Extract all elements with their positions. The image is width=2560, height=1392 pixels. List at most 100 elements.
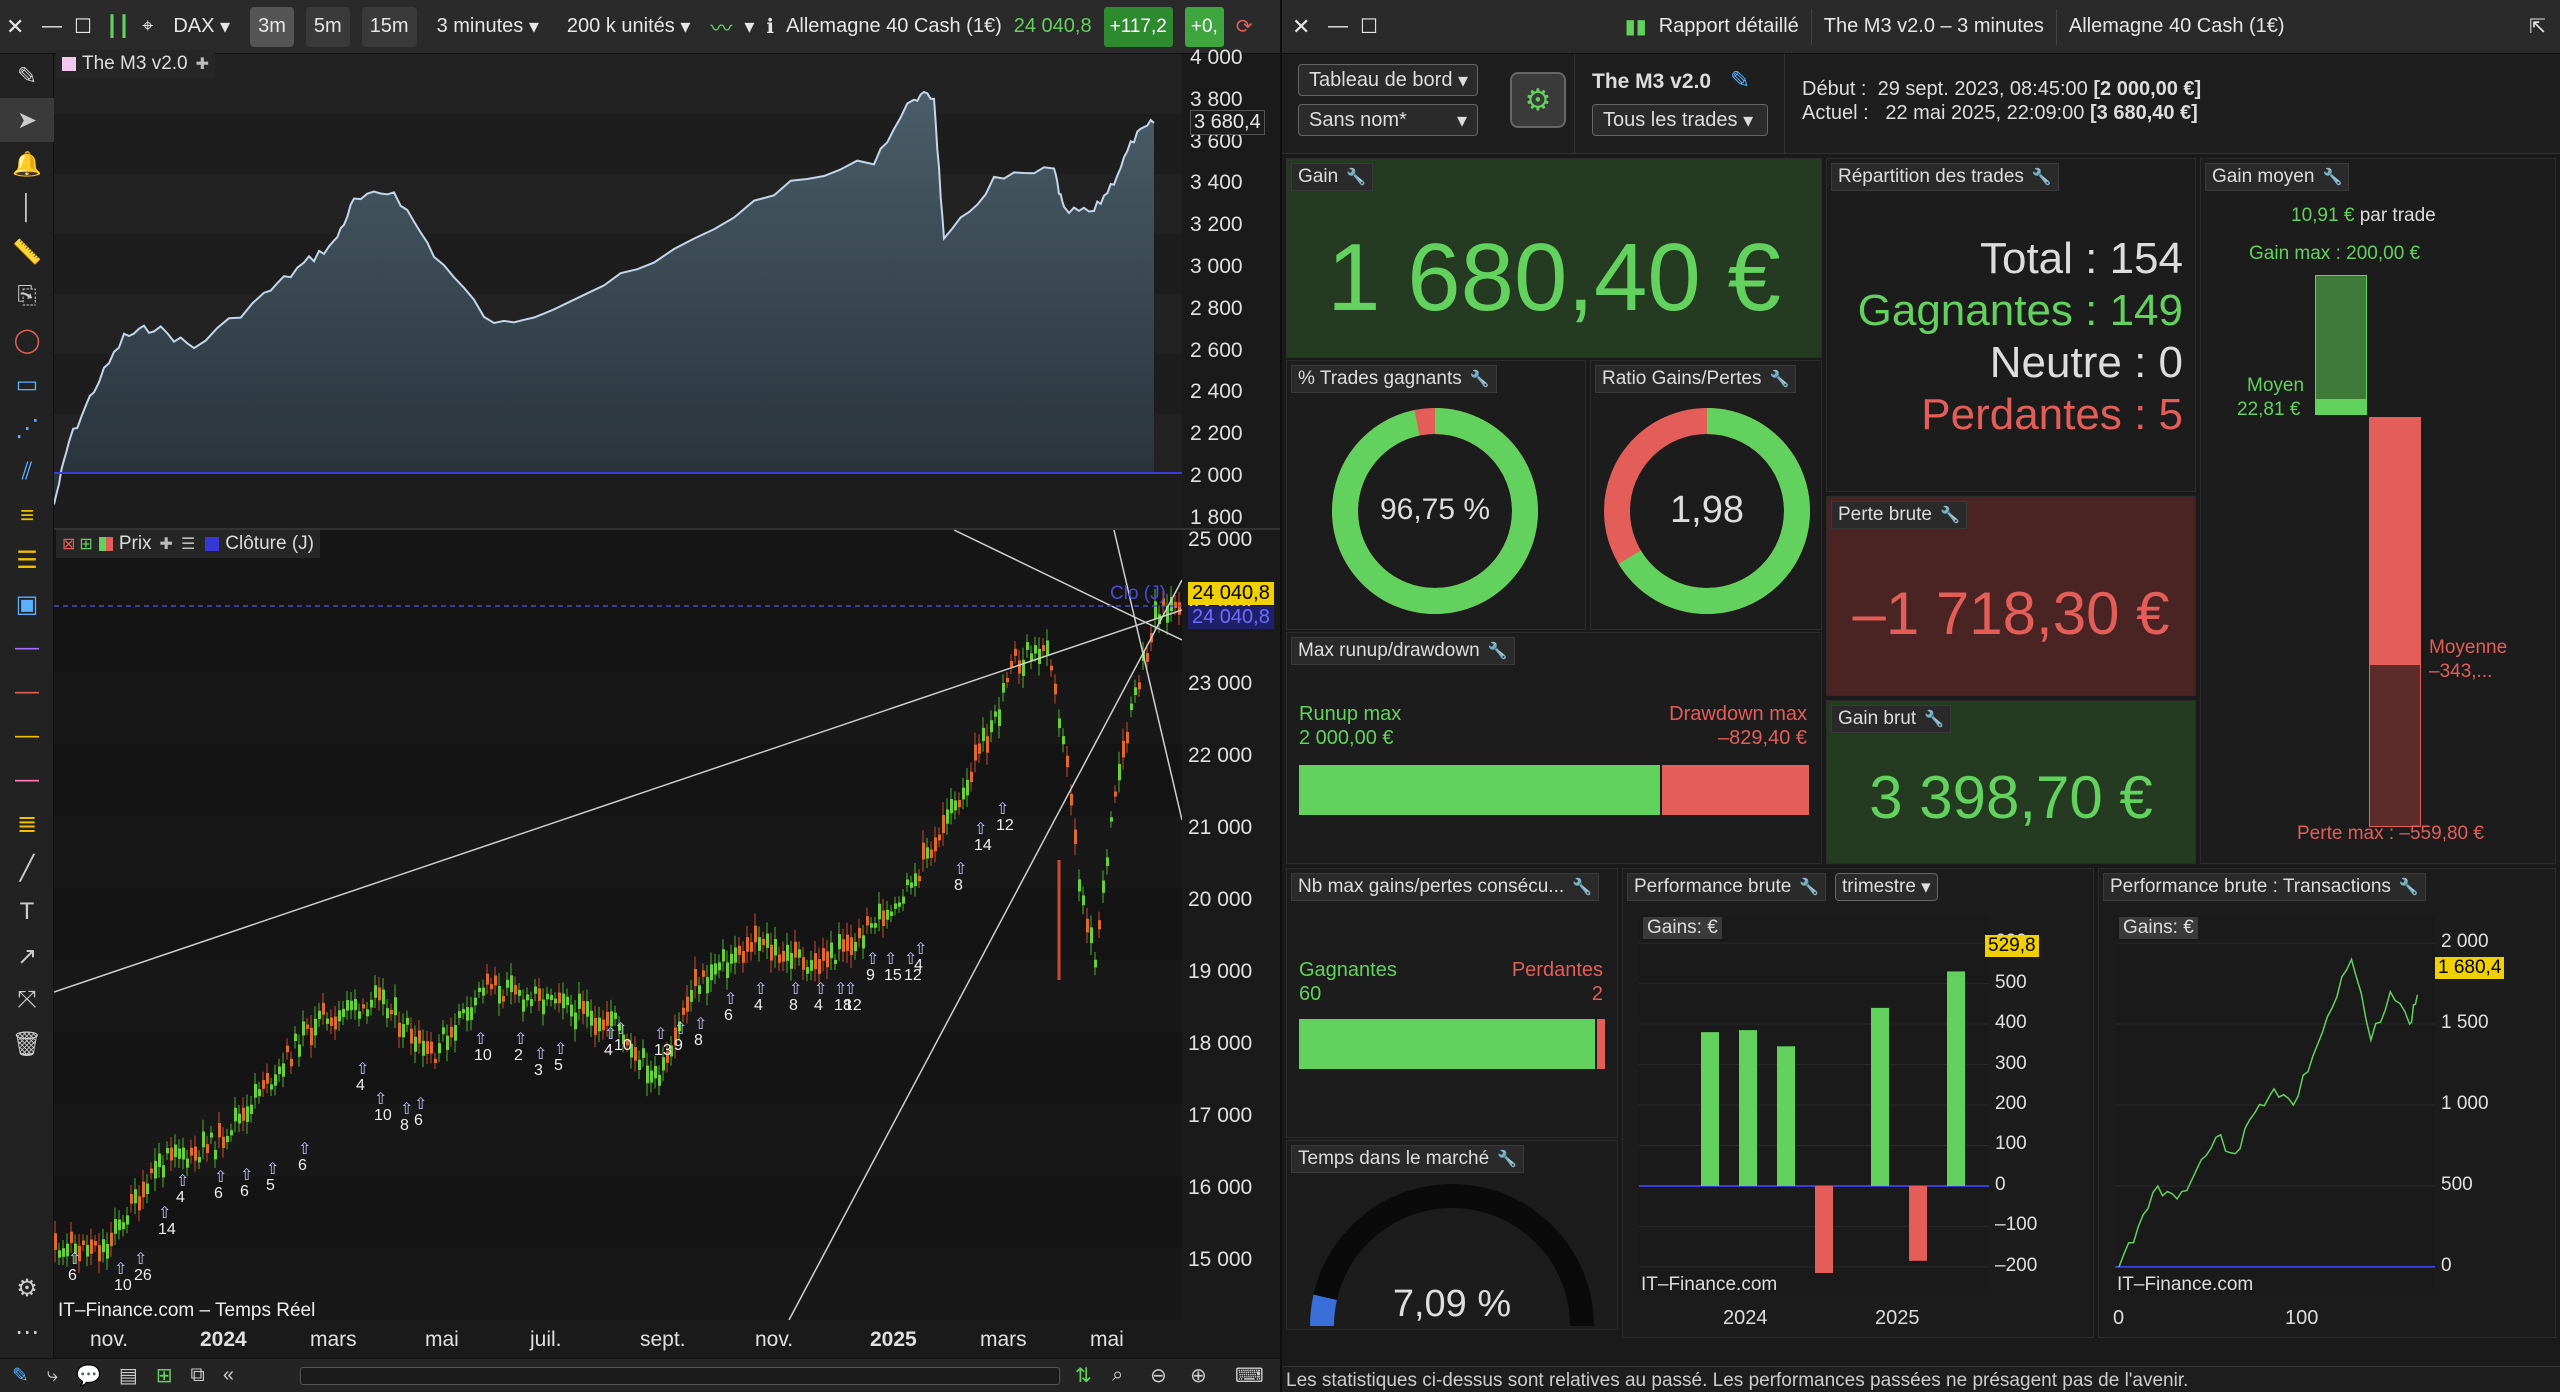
settings-icon[interactable]: ⊞ [79,534,92,554]
equity-y-tick: 3 200 [1190,213,1243,237]
channel-icon[interactable]: ⫽ [0,450,54,494]
timeframe-dropdown[interactable]: 3 minutes ▾ [429,7,547,47]
trash-icon[interactable]: 🗑 [0,1022,54,1066]
preset-dropdown[interactable]: Sans nom* ▾ [1298,104,1478,136]
dashboard-icon[interactable]: ⚙ [1510,72,1566,128]
wrench-icon[interactable]: 🔧 [2032,167,2052,187]
candle-body [274,1074,277,1086]
wrench-icon[interactable]: 🔧 [1470,369,1490,389]
candle-body [246,1106,249,1123]
candle-body [950,799,953,814]
price-chart: ⇧6 ⇧10⇧26⇧14⇧4⇧6⇧6⇧5⇧6⇧4⇧10 ⇧8⇧6⇧10⇧2 ⇧3⇧5⇧… [54,530,1182,1320]
strategy-icon[interactable]: ⚙ [0,1266,54,1310]
rewind-icon[interactable]: « [223,1364,234,1387]
pin-icon[interactable]: ⇱ [2529,7,2546,47]
more-icon[interactable]: ⋯ [0,1310,54,1354]
zoom-in-icon[interactable]: ⊕ [1190,1363,1207,1388]
text-icon[interactable]: T [0,890,54,934]
symbol-selector[interactable]: DAX ▾ [165,7,238,47]
window-divider[interactable] [1280,0,1282,1392]
edit-icon[interactable]: ✎ [1730,66,1750,95]
keyboard-icon[interactable]: ⌨ [1235,1363,1264,1388]
dashboard-dropdown[interactable]: Tableau de bord ▾ [1298,64,1478,96]
perf-y-tick: 200 [1995,1093,2027,1114]
candlestick-icon[interactable]: ┃┃ [106,7,130,47]
period-dropdown[interactable]: trimestre ▾ [1835,873,1938,901]
pink-line-icon[interactable]: — [0,758,54,802]
pattern-icon[interactable]: ⤧ [0,978,54,1022]
gain-title: Gain 🔧 [1291,163,1374,191]
info-icon[interactable]: ℹ [766,7,774,47]
box-icon[interactable]: ▣ [0,582,54,626]
trade-count: 4 [754,997,763,1014]
horizontal-scrollbar[interactable] [300,1367,1060,1385]
trade-count: 14 [158,1221,176,1238]
maximize-icon[interactable]: ☐ [1360,7,1380,47]
close-icon[interactable]: ✕ [1292,7,1316,47]
minimize-icon[interactable]: — [1328,7,1348,47]
diagonal-icon[interactable]: ╱ [0,846,54,890]
wrench-icon[interactable]: 🔧 [1769,369,1789,389]
candle-body [138,1196,141,1211]
red-line-icon[interactable]: — [0,670,54,714]
trade-count: 6 [724,1007,733,1024]
dots-line-icon[interactable]: ⋰ [0,406,54,450]
purple-line-icon[interactable]: — [0,626,54,670]
alert-icon[interactable]: 🔔 [0,142,54,186]
pencil-icon[interactable]: ✎ [0,54,54,98]
retracement-icon[interactable]: ☰ [0,538,54,582]
wrench-icon[interactable]: 🔧 [1799,877,1819,897]
fib-icon[interactable]: ≡ [0,494,54,538]
signal-icon[interactable]: ⇅ [1075,1363,1092,1388]
minimize-icon[interactable]: — [42,7,62,47]
candle-body [1122,740,1125,758]
price-x-tick: sept. [640,1328,686,1351]
yellow-line-icon[interactable]: — [0,714,54,758]
wrench-icon[interactable]: 🔧 [1940,505,1960,525]
candle-body [1058,718,1061,729]
copy-icon[interactable]: ⎘ [0,274,54,318]
wrench-icon[interactable]: 🔧 [1488,641,1508,661]
window-icon[interactable]: ⧉ [191,1364,205,1387]
location-icon[interactable]: ⌖ [142,7,153,47]
search-icon[interactable]: ⌕ [1112,1364,1123,1387]
close-icon[interactable]: ✕ [6,7,30,47]
ellipse-icon[interactable]: ◯ [0,318,54,362]
plus-icon[interactable]: ✚ [196,54,209,74]
draw-icon[interactable]: ✎ [12,1363,29,1388]
wrench-icon[interactable]: 🔧 [2322,167,2342,187]
equity-legend: The M3 v2.0 ✚ [56,50,216,78]
remove-icon[interactable]: ⊠ [62,534,75,554]
plus-icon[interactable]: ✚ [160,534,173,554]
tf-15m-button[interactable]: 15m [361,6,417,47]
wrench-icon[interactable]: 🔧 [1924,709,1944,729]
perf-tx-title: Performance brute : Transactions 🔧 [2103,873,2426,901]
cursor-icon[interactable]: ➤ [0,98,54,142]
grid-icon[interactable]: ⊞ [156,1363,173,1388]
rectangle-icon[interactable]: ▭ [0,362,54,406]
chat-icon[interactable]: 💬 [76,1363,101,1388]
chart-type-icon[interactable]: 〰 [710,7,732,47]
wrench-icon[interactable]: 🔧 [1572,877,1592,897]
ruler-icon[interactable]: 📏 [0,230,54,274]
wrench-icon[interactable]: 🔧 [1346,167,1366,187]
trades-filter-dropdown[interactable]: Tous les trades ▾ [1592,104,1768,136]
tf-3m-button[interactable]: 3m [250,6,294,47]
candle-body [422,1040,425,1056]
zoom-out-icon[interactable]: ⊖ [1150,1363,1167,1388]
wrench-icon[interactable]: 🔧 [2399,877,2419,897]
refresh-icon[interactable]: ⟳ [1236,7,1253,47]
units-dropdown[interactable]: 200 k unités ▾ [559,7,698,47]
maximize-icon[interactable]: ☐ [74,7,94,47]
list-icon[interactable]: ☰ [181,534,195,554]
vertical-line-icon[interactable]: │ [0,186,54,230]
chevron-down-icon[interactable]: ▾ [744,7,754,47]
tf-5m-button[interactable]: 5m [305,6,350,47]
trend-ir-icon[interactable]: ↗ [0,934,54,978]
share-icon[interactable]: ⤷ [47,1364,58,1387]
layout-icon[interactable]: ▤ [119,1363,138,1388]
levels-icon[interactable]: ≣ [0,802,54,846]
wrench-icon[interactable]: 🔧 [1497,1149,1517,1169]
candle-body [162,1165,165,1178]
candle-body [174,1144,177,1158]
